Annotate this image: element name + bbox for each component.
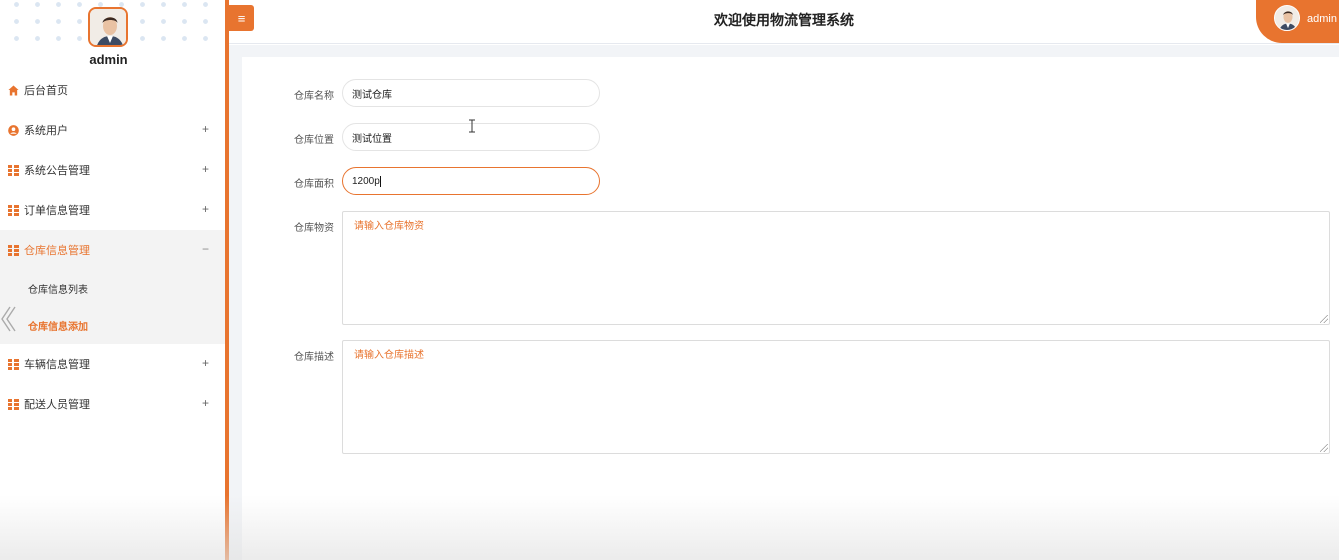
text-cursor-icon [469, 119, 475, 133]
expand-plus-icon: + [201, 202, 209, 216]
sidebar-item-orders[interactable]: 订单信息管理 + [0, 190, 225, 230]
warehouse-desc-label: 仓库描述 [294, 352, 334, 363]
sidebar-item-announcements[interactable]: 系统公告管理 + [0, 150, 225, 190]
grid-icon [8, 244, 19, 256]
user-circle-icon [8, 124, 19, 136]
warehouse-name-label: 仓库名称 [294, 91, 334, 102]
avatar [1274, 5, 1300, 31]
sidebar-submenu-warehouse: 仓库信息列表 仓库信息添加 [0, 270, 225, 344]
sidebar-user-name: admin [89, 52, 128, 67]
sidebar-item-label: 后台首页 [24, 85, 68, 97]
sidebar-subitem-warehouse-list[interactable]: 仓库信息列表 [0, 270, 225, 307]
sidebar-item-label: 仓库信息管理 [24, 245, 90, 257]
sidebar-subitem-warehouse-add[interactable]: 仓库信息添加 [0, 307, 225, 344]
warehouse-area-value: 1200p [352, 175, 380, 187]
warehouse-location-label: 仓库位置 [294, 135, 334, 146]
sidebar-item-label: 订单信息管理 [24, 205, 90, 217]
warehouse-supplies-label: 仓库物资 [294, 223, 334, 234]
resize-handle-icon[interactable] [1320, 315, 1328, 323]
resize-handle-icon[interactable] [1320, 444, 1328, 452]
expand-plus-icon: + [201, 122, 209, 136]
sidebar-item-couriers[interactable]: 配送人员管理 + [0, 384, 225, 424]
warehouse-area-input[interactable]: 1200p [342, 167, 600, 195]
text-caret [379, 175, 381, 187]
sidebar-item-label: 车辆信息管理 [24, 359, 90, 371]
chevron-left-icon[interactable] [0, 306, 16, 332]
warehouse-supplies-placeholder: 请输入仓库物资 [354, 221, 424, 232]
warehouse-desc-placeholder: 请输入仓库描述 [354, 350, 424, 361]
sidebar-item-label: 系统用户 [24, 125, 68, 137]
user-menu[interactable]: admin [1256, 0, 1339, 43]
grid-icon [8, 358, 19, 370]
grid-icon [8, 204, 19, 216]
sidebar-menu: 后台首页 系统用户 + 系统公告管理 + 订单信息管理 + 仓库信息管理 − 仓… [0, 70, 225, 424]
expand-plus-icon: + [201, 396, 209, 410]
warehouse-desc-textarea[interactable]: 请输入仓库描述 [342, 340, 1330, 454]
sidebar-item-system-users[interactable]: 系统用户 + [0, 110, 225, 150]
sidebar-item-vehicles[interactable]: 车辆信息管理 + [0, 344, 225, 384]
warehouse-name-value: 测试仓库 [352, 89, 392, 101]
sidebar-item-label: 系统公告管理 [24, 165, 90, 177]
home-icon [8, 84, 19, 96]
grid-icon [8, 398, 19, 410]
header-user-name: admin [1307, 13, 1337, 25]
expand-plus-icon: + [201, 356, 209, 370]
collapse-minus-icon: − [201, 242, 209, 256]
page-title: 欢迎使用物流管理系统 [714, 12, 854, 28]
expand-plus-icon: + [201, 162, 209, 176]
sidebar-item-warehouse[interactable]: 仓库信息管理 − [0, 230, 225, 270]
sidebar: admin 后台首页 系统用户 + 系统公告管理 + 订单信息管理 + 仓库信息… [0, 0, 225, 560]
sidebar-item-label: 配送人员管理 [24, 399, 90, 411]
warehouse-name-input[interactable]: 测试仓库 [342, 79, 600, 107]
warehouse-location-value: 测试位置 [352, 133, 392, 145]
grid-icon [8, 164, 19, 176]
warehouse-area-label: 仓库面积 [294, 179, 334, 190]
avatar[interactable] [88, 7, 128, 47]
sidebar-item-home[interactable]: 后台首页 [0, 70, 225, 110]
warehouse-supplies-textarea[interactable]: 请输入仓库物资 [342, 211, 1330, 325]
